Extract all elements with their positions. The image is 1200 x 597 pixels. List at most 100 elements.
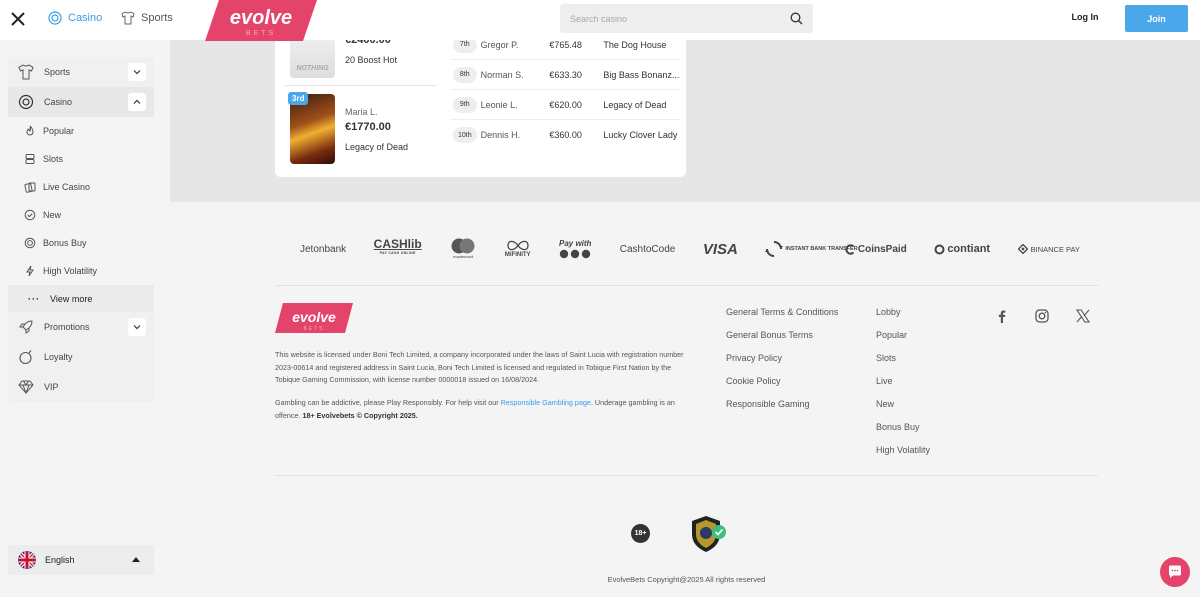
gambling-notice: Gambling can be addictive, please Play R… [275, 397, 690, 422]
footer-link[interactable]: General Bonus Terms [726, 329, 838, 352]
rank-badge: 3rd [288, 92, 309, 105]
language-selector[interactable]: English [8, 545, 154, 575]
chevron-up-icon[interactable] [128, 93, 146, 111]
cashlib-logo: CASHlib PAY CASH ONLINE [373, 237, 422, 258]
sidebar-item-label: Promotions [44, 322, 90, 332]
game-name: The Dog House [603, 39, 667, 50]
divider [275, 285, 1098, 286]
chat-bubble-icon [1169, 565, 1181, 578]
footer-link[interactable]: Privacy Policy [726, 352, 838, 375]
more-dots-icon: ··· [28, 293, 40, 304]
close-icon[interactable] [8, 9, 28, 29]
chevron-down-icon[interactable] [128, 63, 146, 81]
winner-game[interactable]: Legacy of Dead [345, 142, 408, 152]
footer-link[interactable]: General Terms & Conditions [726, 306, 838, 329]
sidebar-menu: Sports Casino Popular Slots Live Casino [8, 57, 154, 402]
jersey-icon [18, 64, 34, 80]
x-twitter-icon[interactable] [1075, 308, 1091, 324]
winner-amount: €1770.00 [345, 121, 391, 133]
svg-text:BETS: BETS [246, 30, 276, 37]
search-input[interactable] [570, 13, 790, 24]
sidebar-item-label: Casino [44, 97, 73, 107]
sidebar-sub-popular[interactable]: Popular [8, 117, 154, 145]
winner-name: Maria L. [345, 107, 378, 117]
gambling-text: Gambling can be addictive, please Play R… [275, 398, 501, 407]
evolve-logo-footer[interactable]: evolve BETS [275, 303, 353, 333]
chat-button[interactable] [1160, 557, 1190, 587]
join-button[interactable]: Join [1125, 5, 1188, 32]
nav-sports[interactable]: Sports [121, 11, 173, 25]
thumbnail-text: NOTHING [296, 65, 329, 72]
casino-chip-icon [48, 11, 62, 25]
payment-methods: Jetonbank CASHlib PAY CASH ONLINE master… [300, 236, 1080, 262]
footer-link[interactable]: Slots [876, 352, 930, 375]
sidebar-item-vip[interactable]: VIP [8, 372, 154, 402]
winner-game[interactable]: 20 Boost Hot [345, 55, 397, 65]
player-name: Norman S. [480, 69, 524, 80]
table-row[interactable]: 10th Dennis H. €360.00 Lucky Clover Lady [450, 120, 680, 150]
table-row[interactable]: 9th Leonie L. €620.00 Legacy of Dead [450, 90, 680, 120]
table-row[interactable]: 8th Norman S. €633.30 Big Bass Bonanz... [450, 60, 680, 90]
win-amount: €633.30 [549, 69, 582, 80]
instagram-icon[interactable] [1034, 308, 1050, 324]
svg-text:evolve: evolve [230, 7, 292, 29]
sidebar-item-sports[interactable]: Sports [8, 57, 154, 87]
footer-link[interactable]: New [876, 398, 930, 421]
sidebar-item-promotions[interactable]: Promotions [8, 312, 154, 342]
sidebar-sub-high-volatility[interactable]: High Volatility [8, 257, 154, 285]
sidebar-item-label: Sports [44, 67, 71, 77]
coinspaid-text: CoinsPaid [857, 243, 907, 255]
sidebar-sub-bonus-buy[interactable]: Bonus Buy [8, 229, 154, 257]
sidebar-item-loyalty[interactable]: Loyalty [8, 342, 154, 372]
view-more-button[interactable]: ··· View more [8, 285, 154, 312]
login-button[interactable]: Log In [1060, 12, 1110, 22]
footer-link[interactable]: Live [876, 375, 930, 398]
player-name: Gregor P. [480, 39, 519, 50]
coinspaid-logo: CoinsPaid [845, 244, 907, 255]
win-amount: €360.00 [549, 130, 582, 140]
cashlib-text: CASHlib [373, 237, 422, 251]
visa-logo: VISA [702, 240, 738, 258]
svg-text:evolve: evolve [292, 309, 336, 325]
footer-link[interactable]: Responsible Gaming [726, 398, 838, 421]
nav-casino[interactable]: Casino [48, 11, 102, 25]
sidebar-item-casino[interactable]: Casino [8, 87, 154, 117]
footer-link[interactable]: High Volatility [876, 444, 930, 467]
sidebar-sub-label: Bonus Buy [43, 238, 87, 248]
rank-pill: 8th [453, 66, 477, 83]
chevron-down-icon[interactable] [128, 318, 146, 336]
facebook-icon[interactable] [994, 308, 1010, 324]
responsible-gambling-link[interactable]: Responsible Gambling page [501, 398, 591, 407]
sidebar-sub-slots[interactable]: Slots [8, 145, 154, 173]
footer-link[interactable]: Cookie Policy [726, 375, 838, 398]
sidebar-sub-live-casino[interactable]: Live Casino [8, 173, 154, 201]
contiant-text: contiant [947, 243, 991, 255]
game-name: Big Bass Bonanz... [603, 69, 680, 80]
paywith-text: Pay with [558, 239, 592, 248]
footer-link[interactable]: Bonus Buy [876, 421, 930, 444]
mifinity-text: MiFINITY [504, 251, 531, 258]
caret-up-icon[interactable] [132, 557, 140, 562]
search-icon[interactable] [790, 12, 803, 25]
mastercard-text: mastercard [453, 254, 474, 259]
slots-icon [24, 153, 36, 165]
language-label: English [45, 555, 75, 565]
cards-icon [24, 181, 36, 193]
instantbank-text: INSTANT BANK TRANSFER [785, 246, 858, 252]
license-seal-icon[interactable] [688, 514, 728, 554]
search-box[interactable] [560, 4, 813, 33]
sidebar: Sports Casino Popular Slots Live Casino [0, 40, 162, 597]
sidebar-sub-new[interactable]: New [8, 201, 154, 229]
footer-links-casino: Lobby Popular Slots Live New Bonus Buy H… [876, 306, 930, 467]
player-name: Leonie L. [480, 99, 518, 110]
copyright-text: EvolveBets Copyright@2025 All rights res… [607, 575, 766, 584]
evolve-logo[interactable]: evolve BETS [205, 0, 317, 41]
sidebar-item-label: VIP [44, 382, 59, 392]
footer-link[interactable]: Popular [876, 329, 930, 352]
sidebar-sub-label: Slots [43, 154, 64, 164]
jetonbank-logo: Jetonbank [300, 243, 347, 255]
footer-link[interactable]: Lobby [876, 306, 930, 329]
casino-chip-icon [18, 94, 34, 110]
nav-sports-label: Sports [141, 12, 173, 24]
divider [285, 85, 437, 86]
